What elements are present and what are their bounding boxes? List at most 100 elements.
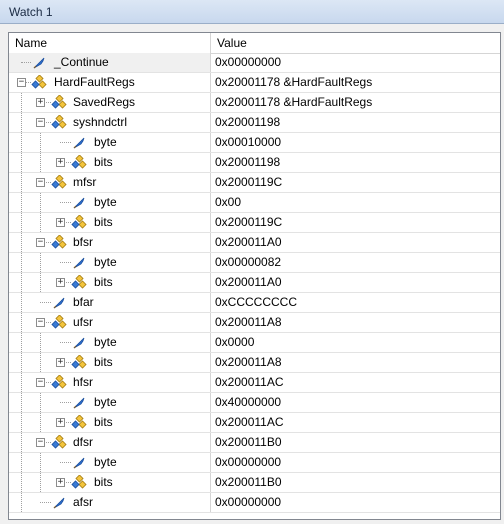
watch-row[interactable]: afsr 0x00000000 (9, 493, 500, 513)
watch-row[interactable]: + bits 0x2000119C (9, 213, 500, 233)
tree-line (60, 462, 71, 463)
tree-line (60, 402, 71, 403)
collapse-icon[interactable]: − (36, 178, 45, 187)
watch-row[interactable]: _Continue 0x00000000 (9, 53, 500, 73)
collapse-icon[interactable]: − (36, 378, 45, 387)
collapse-icon[interactable]: − (36, 438, 45, 447)
collapse-icon[interactable]: − (36, 118, 45, 127)
window-title: Watch 1 (9, 5, 53, 19)
expand-icon[interactable]: + (56, 358, 65, 367)
variable-name: bits (94, 275, 113, 289)
watch-row[interactable]: byte 0x00 (9, 193, 500, 213)
variable-value[interactable]: 0x200011AC (211, 373, 500, 392)
struct-icon (51, 174, 67, 191)
name-cell: + bits (9, 353, 211, 372)
collapse-icon[interactable]: − (17, 78, 26, 87)
variable-value[interactable]: 0x00010000 (211, 133, 500, 152)
field-icon (31, 55, 47, 71)
watch-row[interactable]: byte 0x0000 (9, 333, 500, 353)
variable-value[interactable]: 0x200011B0 (211, 473, 500, 492)
variable-value[interactable]: 0x200011A8 (211, 313, 500, 332)
struct-icon (51, 374, 67, 391)
variable-value[interactable]: 0x00000082 (211, 253, 500, 272)
watch-grid[interactable]: Name Value _Continue 0x00000000 − HardFault… (8, 32, 501, 520)
variable-value[interactable]: 0x20001178 &HardFaultRegs (211, 73, 500, 92)
watch-row[interactable]: − dfsr 0x200011B0 (9, 433, 500, 453)
watch-row[interactable]: + bits 0x200011B0 (9, 473, 500, 493)
watch-row[interactable]: − bfsr 0x200011A0 (9, 233, 500, 253)
variable-value[interactable]: 0x200011A0 (211, 233, 500, 252)
watch-row[interactable]: byte 0x00000082 (9, 253, 500, 273)
tree-line (21, 313, 22, 332)
tree-line (40, 273, 41, 292)
variable-value[interactable]: 0x00000000 (211, 53, 500, 72)
variable-value[interactable]: 0x00000000 (211, 453, 500, 472)
tree-line (21, 453, 22, 472)
watch-row[interactable]: bfar 0xCCCCCCCC (9, 293, 500, 313)
watch-row[interactable]: − ufsr 0x200011A8 (9, 313, 500, 333)
variable-value[interactable]: 0x00 (211, 193, 500, 212)
struct-icon (51, 434, 67, 451)
watch-row[interactable]: + bits 0x20001198 (9, 153, 500, 173)
tree-line (40, 353, 41, 372)
column-header-name[interactable]: Name (9, 33, 211, 53)
variable-value[interactable]: 0x200011B0 (211, 433, 500, 452)
watch-row[interactable]: − syshndctrl 0x20001198 (9, 113, 500, 133)
tree-line (40, 413, 41, 432)
variable-name: afsr (73, 495, 94, 509)
tree-line (21, 353, 22, 372)
tree-line (21, 253, 22, 272)
variable-name: bfsr (73, 235, 94, 249)
tree-line (40, 502, 51, 503)
variable-name: bits (94, 215, 113, 229)
variable-value[interactable]: 0x20001198 (211, 153, 500, 172)
expand-icon[interactable]: + (56, 418, 65, 427)
watch-row[interactable]: − HardFaultRegs 0x20001178 &HardFaultRegs (9, 73, 500, 93)
collapse-icon[interactable]: − (36, 318, 45, 327)
variable-value[interactable]: 0x200011A8 (211, 353, 500, 372)
variable-value[interactable]: 0xCCCCCCCC (211, 293, 500, 312)
expand-icon[interactable]: + (56, 478, 65, 487)
struct-icon (51, 94, 67, 111)
tree-line (40, 153, 41, 172)
name-cell: + bits (9, 473, 211, 492)
watch-row[interactable]: byte 0x40000000 (9, 393, 500, 413)
variable-name: hfsr (73, 375, 94, 389)
watch-row[interactable]: + bits 0x200011A8 (9, 353, 500, 373)
variable-value[interactable]: 0x00000000 (211, 493, 500, 512)
expand-icon[interactable]: + (56, 158, 65, 167)
watch-row[interactable]: − mfsr 0x2000119C (9, 173, 500, 193)
variable-value[interactable]: 0x0000 (211, 333, 500, 352)
tree-line (40, 473, 41, 492)
tree-line (21, 213, 22, 232)
watch-row[interactable]: + bits 0x200011A0 (9, 273, 500, 293)
watch-row[interactable]: + bits 0x200011AC (9, 413, 500, 433)
variable-value[interactable]: 0x2000119C (211, 213, 500, 232)
expand-icon[interactable]: + (56, 218, 65, 227)
variable-value[interactable]: 0x20001178 &HardFaultRegs (211, 93, 500, 112)
tree-line (40, 333, 41, 352)
variable-value[interactable]: 0x200011A0 (211, 273, 500, 292)
struct-icon (31, 74, 47, 91)
field-icon (71, 455, 87, 471)
watch-row[interactable]: − hfsr 0x200011AC (9, 373, 500, 393)
expand-icon[interactable]: + (56, 278, 65, 287)
name-cell: + SavedRegs (9, 93, 211, 112)
variable-name: SavedRegs (73, 95, 136, 109)
variable-value[interactable]: 0x200011AC (211, 413, 500, 432)
collapse-icon[interactable]: − (36, 238, 45, 247)
tree-line (21, 133, 22, 152)
watch-rows: _Continue 0x00000000 − HardFaultRegs 0x20001… (9, 53, 500, 513)
variable-value[interactable]: 0x40000000 (211, 393, 500, 412)
tree-line (21, 173, 22, 192)
variable-value[interactable]: 0x20001198 (211, 113, 500, 132)
watch-row[interactable]: byte 0x00000000 (9, 453, 500, 473)
variable-value[interactable]: 0x2000119C (211, 173, 500, 192)
variable-name: bits (94, 355, 113, 369)
watch-row[interactable]: + SavedRegs 0x20001178 &HardFaultRegs (9, 93, 500, 113)
column-header-value[interactable]: Value (211, 33, 500, 53)
tree-line (21, 153, 22, 172)
expand-icon[interactable]: + (36, 98, 45, 107)
struct-icon (71, 154, 87, 171)
watch-row[interactable]: byte 0x00010000 (9, 133, 500, 153)
